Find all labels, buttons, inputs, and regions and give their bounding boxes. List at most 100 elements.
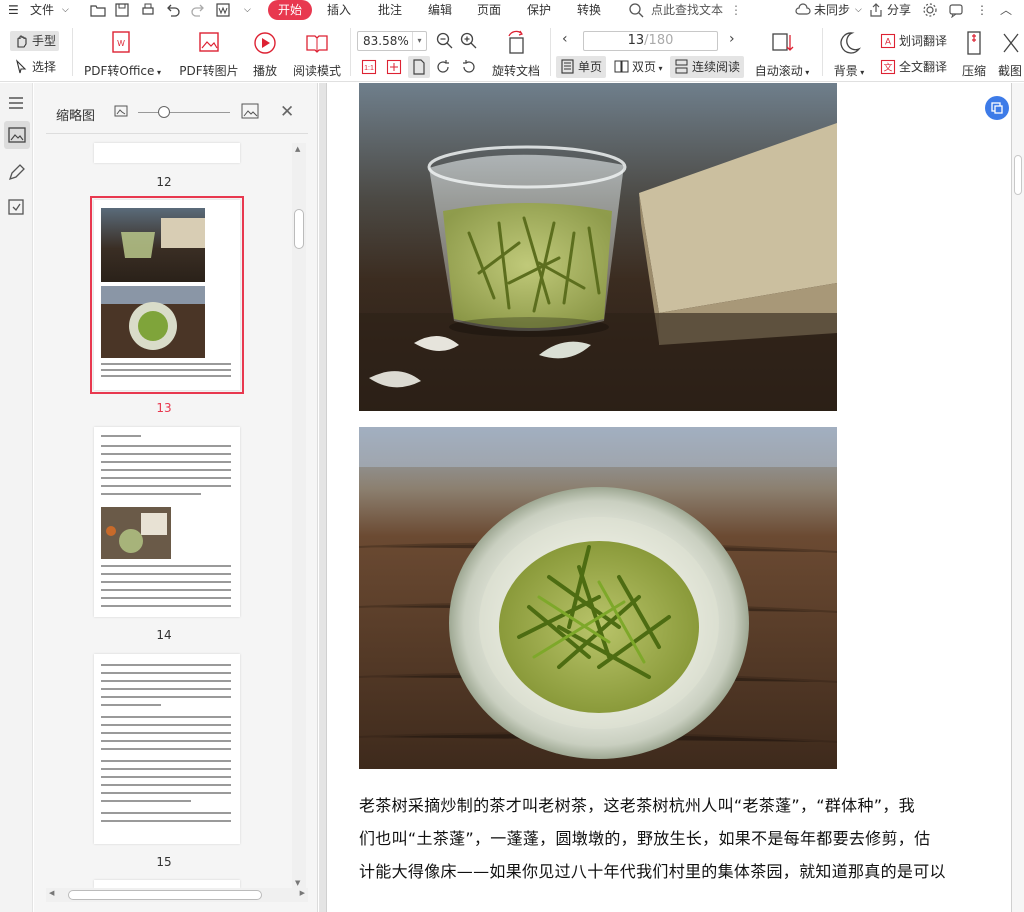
tab-convert[interactable]: 转换 [577,0,601,20]
save-icon[interactable] [114,2,130,18]
thumb-text-line [101,453,231,455]
background-button[interactable]: 背景 ▾ [831,30,867,79]
fit-width-button[interactable] [408,56,430,78]
collapse-ribbon-icon[interactable]: ︿ [1000,0,1012,20]
close-icon[interactable]: ✕ [280,102,294,122]
print-icon[interactable] [140,2,156,18]
pdf-to-image-button[interactable]: PDF转图片 [178,30,240,79]
rotate-left-icon[interactable] [436,59,452,75]
scroll-down-icon[interactable]: ▼ [295,879,300,887]
thumbnail-page-14[interactable] [94,427,240,617]
scrollbar-thumb[interactable] [68,890,262,900]
scroll-right-icon[interactable]: ▶ [300,889,305,897]
pdf-to-image-label: PDF转图片 [179,64,239,78]
select-tool-button[interactable]: 选择 [13,57,56,77]
rotate-right-icon[interactable] [460,59,476,75]
thumbnail-size-slider[interactable] [138,112,230,113]
tab-insert[interactable]: 插入 [327,0,351,20]
share-icon[interactable] [868,2,884,18]
document-vertical-scrollbar[interactable] [1012,83,1024,912]
full-translate-button[interactable]: 文 全文翻译 [880,57,947,77]
more-icon[interactable]: ⋮ [730,0,742,20]
search-icon[interactable] [628,2,644,18]
zoom-out-icon[interactable] [436,32,454,50]
chevron-down-icon: ▾ [857,68,865,77]
open-folder-icon[interactable] [90,2,106,18]
thumbnail-page-13[interactable] [90,196,244,394]
small-image-icon[interactable] [114,104,128,118]
chevron-down-icon[interactable]: ⌵ [62,0,69,20]
share-button[interactable]: 分享 [887,0,911,20]
next-page-icon[interactable]: › [729,31,735,47]
format-icon[interactable] [215,2,231,18]
scrollbar-thumb[interactable] [1014,155,1022,195]
sync-status[interactable]: 未同步 [814,0,850,20]
thumbnail-tab[interactable] [4,121,30,149]
large-image-icon[interactable] [241,102,259,120]
thumbnail-page-16[interactable] [94,880,240,888]
message-icon[interactable] [948,2,964,18]
rotate-document-icon [508,30,524,54]
thumbnail-horizontal-scrollbar[interactable]: ◀ ▶ [46,888,308,902]
thumbnail-vertical-scrollbar[interactable]: ▲ ▼ [292,143,306,889]
thumb-text-line [101,820,231,822]
single-page-button[interactable]: 单页 [556,56,607,78]
zoom-value: 83.58% [363,34,409,48]
gear-icon[interactable] [922,2,938,18]
page-number-15: 15 [156,855,172,869]
compress-button[interactable]: 压缩 [958,30,990,79]
photo-tea-cup [359,427,837,769]
tab-start[interactable]: 开始 [268,0,313,20]
thumb-text-line [101,369,231,371]
pdf-to-office-button[interactable]: W PDF转Office ▾ [84,30,161,79]
scrollbar-thumb[interactable] [294,209,304,249]
menu-file[interactable]: 文件 [30,0,54,20]
paragraph-line: 计能大得像床——如果你见过八十年代我们村里的集体茶园，就知道那真的是可以 [359,862,946,881]
zoom-select[interactable]: 83.58% ▾ [357,31,427,51]
rotate-document-button[interactable]: 旋转文档 [488,30,544,79]
thumbnail-page-12[interactable] [94,143,240,163]
continuous-read-button[interactable]: 连续阅读 [670,56,745,78]
thumb-text-line [101,680,231,682]
tab-edit[interactable]: 编辑 [428,0,452,20]
tab-protect[interactable]: 保护 [527,0,551,20]
scroll-up-icon[interactable]: ▲ [295,145,300,153]
more-icon[interactable]: ⋮ [976,0,988,20]
cloud-sync-icon[interactable] [795,2,811,18]
scroll-left-icon[interactable]: ◀ [49,889,54,897]
slider-handle[interactable] [158,106,170,118]
menu-icon[interactable]: ☰ [8,0,19,20]
single-page-icon [561,59,574,74]
screenshot-button[interactable]: 截图 [998,30,1024,79]
tab-comment[interactable]: 批注 [378,0,402,20]
zoom-in-icon[interactable] [460,32,478,50]
double-page-button[interactable]: 双页 ▾ [610,56,667,78]
double-page-label: 双页 [632,60,657,74]
outline-icon[interactable] [6,93,26,113]
chevron-down-icon: ▾ [802,68,810,77]
hand-tool-button[interactable]: 手型 [10,31,60,51]
floating-tool-button[interactable] [985,96,1009,120]
chevron-down-icon[interactable]: ▾ [412,32,426,50]
auto-scroll-button[interactable]: 自动滚动 ▾ [752,30,812,79]
search-text-button[interactable]: 点此查找文本 [651,0,723,20]
word-translate-button[interactable]: A 划词翻译 [880,31,947,51]
read-mode-button[interactable]: 阅读模式 [290,30,344,79]
chevron-down-icon[interactable]: ⌵ [244,0,251,20]
page-number-input[interactable]: 13/180 [583,31,718,51]
chevron-down-icon[interactable]: ⌵ [855,0,862,20]
thumbnail-page-15[interactable] [94,654,240,844]
undo-icon[interactable] [165,2,181,18]
fit-page-icon[interactable] [386,59,402,75]
attachment-icon[interactable] [6,197,26,217]
tab-page[interactable]: 页面 [477,0,501,20]
prev-page-icon[interactable]: ‹ [562,31,568,47]
actual-size-icon[interactable]: 1:1 [361,59,377,75]
continuous-read-label: 连续阅读 [692,60,741,74]
thumb-text-line [101,696,231,698]
document-viewport[interactable]: 老茶树采摘炒制的茶才叫老树茶，这老茶树杭州人叫“老茶蓬”，“群体种”，我 们也叫… [319,83,1024,912]
annotation-icon[interactable] [6,163,26,183]
play-button[interactable]: 播放 [248,30,282,79]
redo-icon[interactable] [190,2,206,18]
thumb-text-line [101,688,231,690]
